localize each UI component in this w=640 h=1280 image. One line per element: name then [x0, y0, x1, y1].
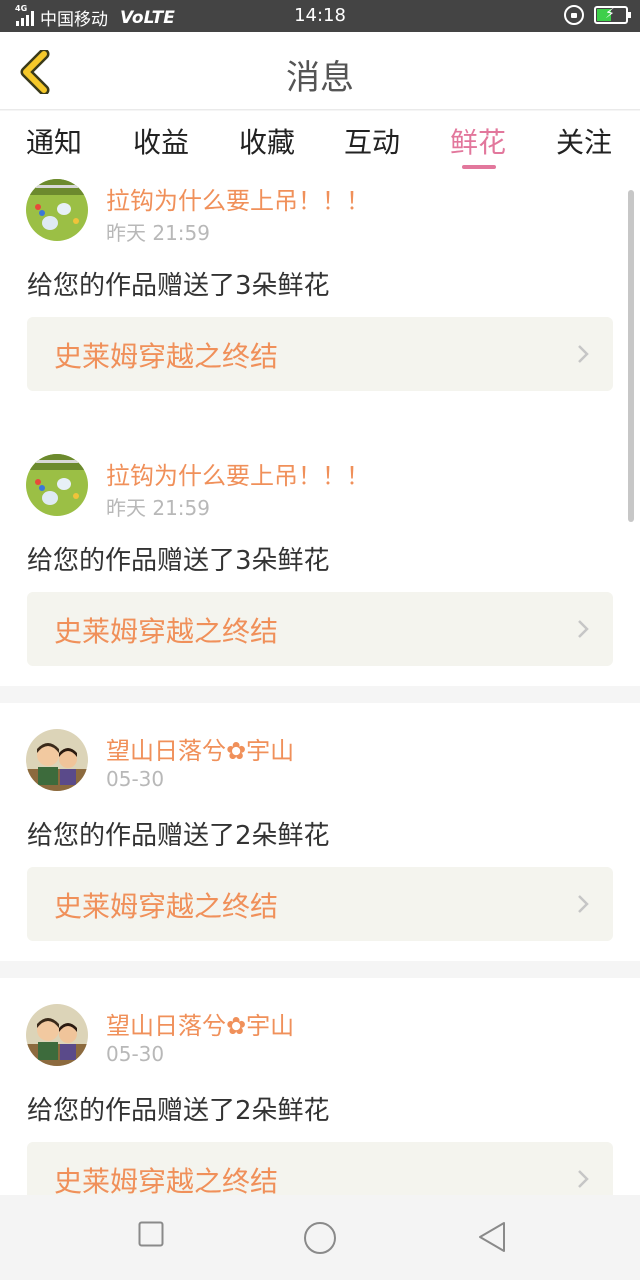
work-title: 史莱姆穿越之终结 — [54, 1165, 279, 1195]
cartoon-kids-avatar-icon — [26, 1004, 88, 1066]
timestamp: 05-30 — [106, 1042, 165, 1066]
work-link[interactable]: 史莱姆穿越之终结 — [27, 592, 613, 666]
cartoon-kids-avatar-icon — [26, 729, 88, 791]
tab-favorites[interactable]: 收藏 — [239, 121, 295, 161]
game-avatar-icon — [26, 454, 88, 516]
battery-charging-icon: ⚡ — [594, 6, 631, 24]
chevron-right-icon — [578, 620, 589, 638]
status-time: 14:18 — [294, 5, 346, 26]
navigation-bar — [0, 1195, 640, 1280]
screen: 4G 中国移动 VoLTE 14:18 ⚡ 消息 通知 收益 收藏 互动 鲜花 … — [0, 0, 640, 1280]
avatar[interactable] — [26, 454, 88, 516]
scrollbar[interactable] — [628, 190, 634, 522]
back-button[interactable] — [16, 48, 56, 96]
chevron-left-icon — [20, 48, 50, 96]
message-text: 给您的作品赠送了2朵鲜花 — [27, 821, 330, 851]
list-item: 望山日落兮✿宇山 05-30 给您的作品赠送了2朵鲜花 史莱姆穿越之终结 — [0, 978, 640, 1195]
chevron-right-icon — [578, 345, 589, 363]
tab-following[interactable]: 关注 — [556, 121, 612, 161]
home-icon[interactable] — [303, 1221, 337, 1255]
game-avatar-icon — [26, 179, 88, 241]
work-link[interactable]: 史莱姆穿越之终结 — [27, 1142, 613, 1195]
recent-apps-icon[interactable] — [138, 1221, 164, 1247]
message-text: 给您的作品赠送了3朵鲜花 — [27, 546, 330, 576]
sender-name[interactable]: 望山日落兮✿宇山 — [106, 1006, 294, 1041]
list-item: 拉钩为什么要上吊！！！ 昨天 21:59 给您的作品赠送了3朵鲜花 史莱姆穿越之… — [0, 173, 640, 431]
timestamp: 05-30 — [106, 767, 165, 791]
avatar[interactable] — [26, 729, 88, 791]
work-title: 史莱姆穿越之终结 — [54, 890, 279, 923]
chevron-right-icon — [578, 895, 589, 913]
back-icon[interactable] — [478, 1221, 506, 1253]
sender-name[interactable]: 拉钩为什么要上吊！！！ — [106, 181, 370, 216]
status-bar: 4G 中国移动 VoLTE 14:18 ⚡ — [0, 0, 640, 32]
rotation-lock-icon — [564, 5, 584, 25]
tab-earnings[interactable]: 收益 — [133, 121, 189, 161]
work-link[interactable]: 史莱姆穿越之终结 — [27, 317, 613, 391]
tab-notifications[interactable]: 通知 — [26, 121, 82, 161]
avatar[interactable] — [26, 1004, 88, 1066]
tab-flowers[interactable]: 鲜花 — [450, 121, 506, 161]
status-right: ⚡ — [564, 5, 631, 25]
list-item: 望山日落兮✿宇山 05-30 给您的作品赠送了2朵鲜花 史莱姆穿越之终结 — [0, 703, 640, 961]
active-tab-indicator — [462, 165, 496, 169]
message-text: 给您的作品赠送了3朵鲜花 — [27, 271, 330, 301]
page-title: 消息 — [286, 58, 354, 98]
work-title: 史莱姆穿越之终结 — [54, 340, 279, 373]
charging-bolt-icon: ⚡ — [605, 6, 615, 22]
timestamp: 昨天 21:59 — [106, 496, 210, 520]
message-text: 给您的作品赠送了2朵鲜花 — [27, 1096, 330, 1126]
work-title: 史莱姆穿越之终结 — [54, 615, 279, 648]
avatar[interactable] — [26, 179, 88, 241]
chevron-right-icon — [578, 1170, 589, 1188]
work-link[interactable]: 史莱姆穿越之终结 — [27, 867, 613, 941]
list-item: 拉钩为什么要上吊！！！ 昨天 21:59 给您的作品赠送了3朵鲜花 史莱姆穿越之… — [0, 428, 640, 686]
sender-name[interactable]: 望山日落兮✿宇山 — [106, 731, 294, 766]
tab-bar: 通知 收益 收藏 互动 鲜花 关注 — [0, 111, 640, 173]
tab-interactions[interactable]: 互动 — [344, 121, 400, 161]
flower-message-list[interactable]: 拉钩为什么要上吊！！！ 昨天 21:59 给您的作品赠送了3朵鲜花 史莱姆穿越之… — [0, 173, 640, 1195]
app-header: 消息 — [0, 32, 640, 110]
sender-name[interactable]: 拉钩为什么要上吊！！！ — [106, 456, 370, 491]
timestamp: 昨天 21:59 — [106, 221, 210, 245]
